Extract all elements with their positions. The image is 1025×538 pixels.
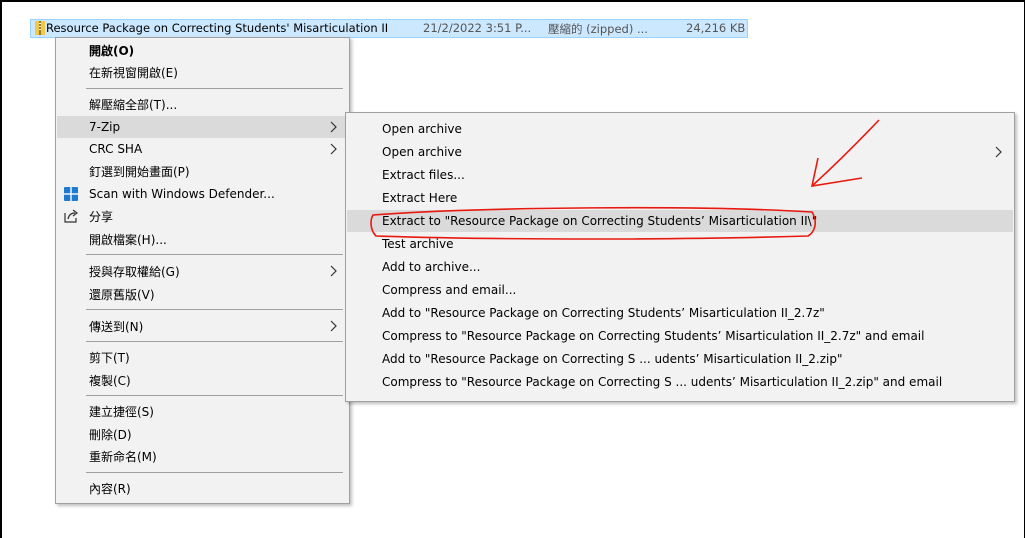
menu-item-restore-versions[interactable]: 還原舊版(V) [57,283,348,305]
menu-item-send-to[interactable]: 傳送到(N) [57,315,348,337]
menu-item-label: 授與存取權給(G) [89,264,180,279]
menu-item-open-new-window[interactable]: 在新視窗開啟(E) [57,61,348,83]
menu-item-label: 7-Zip [89,120,121,134]
file-date-modified: 21/2/2022 3:51 P... [423,21,532,35]
share-icon [64,209,78,223]
menu-item-copy[interactable]: 複製(C) [57,369,348,391]
menu-item-label: 釘選到開始畫面(P) [89,164,190,179]
menu-item-properties[interactable]: 內容(R) [57,477,348,499]
submenu-item-extract-to-folder[interactable]: Extract to "Resource Package on Correcti… [347,210,1013,232]
zip-folder-icon [35,21,45,35]
menu-item-label: 刪除(D) [89,427,132,442]
chevron-right-icon [330,143,337,155]
file-type: 壓縮的 (zipped) ... [548,22,648,36]
menu-item-label: 在新視窗開啟(E) [89,65,178,80]
7zip-submenu: Open archive Open archive Extract files.… [345,112,1015,402]
menu-item-label: 內容(R) [89,481,131,496]
menu-separator [86,341,343,342]
chevron-right-icon [330,121,337,133]
menu-item-label: CRC SHA [89,142,143,156]
menu-item-label: 剪下(T) [89,350,130,365]
submenu-item-add-to-7z[interactable]: Add to "Resource Package on Correcting S… [347,302,1013,324]
menu-separator [86,309,343,310]
submenu-item-label: Add to "Resource Package on Correcting S… [382,352,843,366]
submenu-item-open-archive[interactable]: Open archive [347,118,1013,140]
submenu-item-label: Open archive [382,122,462,136]
frame-top-border [0,0,1025,2]
submenu-item-add-to-archive[interactable]: Add to archive... [347,256,1013,278]
submenu-item-test-archive[interactable]: Test archive [347,233,1013,255]
submenu-item-extract-here[interactable]: Extract Here [347,187,1013,209]
submenu-item-label: Test archive [382,237,454,251]
submenu-item-label: Extract Here [382,191,458,205]
submenu-item-label: Add to "Resource Package on Correcting S… [382,306,825,320]
menu-item-7zip[interactable]: 7-Zip [57,116,348,138]
submenu-item-label: Compress and email... [382,283,517,297]
menu-separator [86,88,343,89]
menu-item-label: Scan with Windows Defender... [89,187,275,201]
menu-item-label: 開啟檔案(H)... [89,232,167,247]
submenu-item-extract-files[interactable]: Extract files... [347,164,1013,186]
submenu-item-label: Compress to "Resource Package on Correct… [382,329,925,343]
submenu-item-label: Extract to "Resource Package on Correcti… [382,214,818,228]
chevron-right-icon [330,265,337,277]
menu-item-label: 還原舊版(V) [89,287,155,302]
menu-item-delete[interactable]: 刪除(D) [57,423,348,445]
menu-item-give-access[interactable]: 授與存取權給(G) [57,260,348,282]
submenu-item-label: Add to archive... [382,260,481,274]
submenu-item-label: Compress to "Resource Package on Correct… [382,375,943,389]
menu-item-cut[interactable]: 剪下(T) [57,346,348,368]
file-size: 24,216 KB [686,21,746,35]
context-menu: 開啟(O) 在新視窗開啟(E) 解壓縮全部(T)... 7-Zip CRC SH… [55,37,350,504]
menu-item-open-file[interactable]: 開啟檔案(H)... [57,228,348,250]
menu-item-label: 重新命名(M) [89,449,157,464]
menu-separator [86,472,343,473]
menu-item-label: 解壓縮全部(T)... [89,97,178,112]
frame-left-border [0,0,2,538]
menu-item-scan-defender[interactable]: Scan with Windows Defender... [57,183,348,205]
menu-item-open[interactable]: 開啟(O) [57,39,348,61]
menu-item-label: 複製(C) [89,373,131,388]
submenu-item-compress-zip-email[interactable]: Compress to "Resource Package on Correct… [347,371,1013,393]
submenu-item-compress-7z-email[interactable]: Compress to "Resource Package on Correct… [347,325,1013,347]
menu-item-extract-all[interactable]: 解壓縮全部(T)... [57,93,348,115]
menu-item-share[interactable]: 分享 [57,205,348,227]
submenu-item-add-to-zip[interactable]: Add to "Resource Package on Correcting S… [347,348,1013,370]
menu-item-label: 建立捷徑(S) [89,404,154,419]
menu-item-rename[interactable]: 重新命名(M) [57,445,348,467]
menu-separator [86,254,343,255]
submenu-item-compress-and-email[interactable]: Compress and email... [347,279,1013,301]
selected-file-row[interactable]: Resource Package on Correcting Students'… [30,19,748,38]
menu-item-label: 分享 [89,209,114,224]
submenu-item-label: Open archive [382,145,462,159]
submenu-item-label: Extract files... [382,168,465,182]
menu-item-create-shortcut[interactable]: 建立捷徑(S) [57,400,348,422]
submenu-item-open-archive-more[interactable]: Open archive [347,141,1013,163]
menu-item-label: 傳送到(N) [89,319,144,334]
windows-defender-icon [64,187,78,201]
menu-item-label: 開啟(O) [89,43,135,58]
chevron-right-icon [995,146,1002,158]
file-name: Resource Package on Correcting Students'… [46,21,389,35]
menu-separator [86,395,343,396]
menu-item-pin-to-start[interactable]: 釘選到開始畫面(P) [57,160,348,182]
menu-item-crc-sha[interactable]: CRC SHA [57,138,348,160]
chevron-right-icon [330,320,337,332]
